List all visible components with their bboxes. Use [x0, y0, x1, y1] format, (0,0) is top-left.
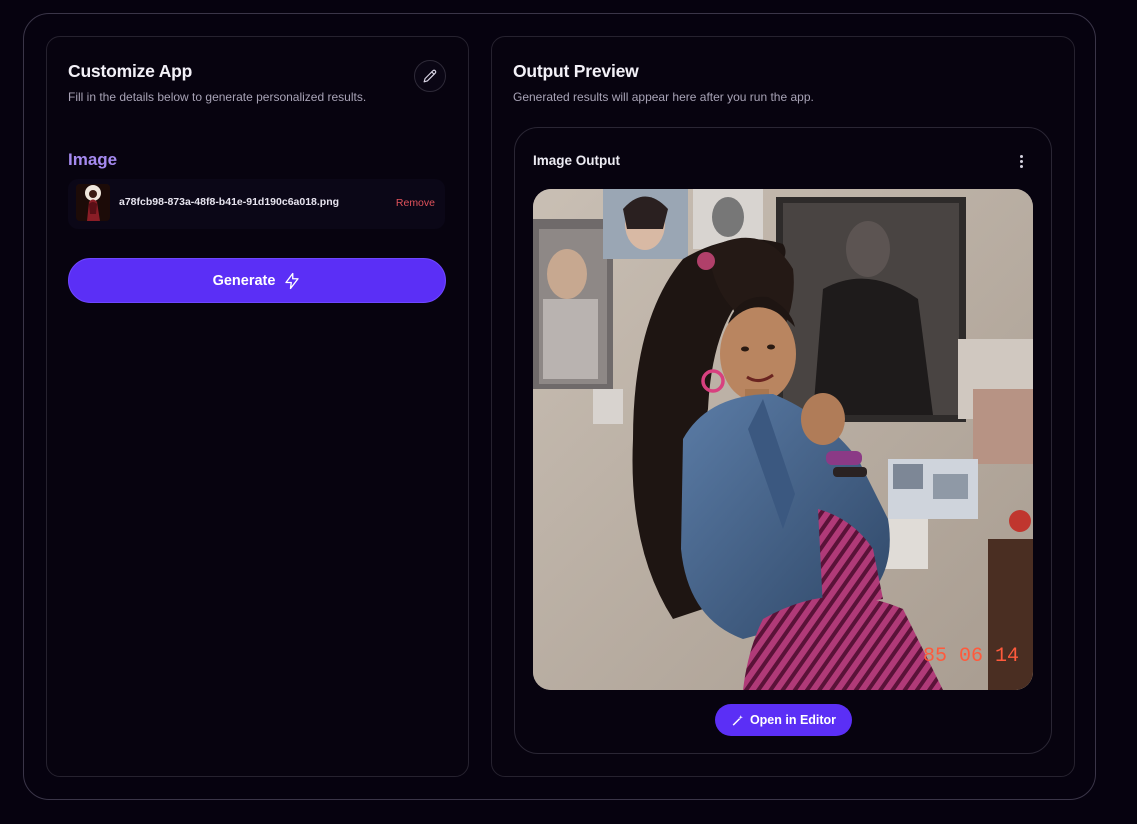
lightning-bolt-icon: [285, 272, 300, 289]
uploaded-file-row: a78fcb98-873a-48f8-b41e-91d190c6a018.png…: [68, 179, 445, 229]
file-name: a78fcb98-873a-48f8-b41e-91d190c6a018.png: [119, 196, 340, 208]
pencil-icon: [423, 69, 437, 83]
customize-title: Customize App: [68, 61, 193, 81]
image-section-label: Image: [68, 150, 118, 169]
generate-button[interactable]: Generate: [68, 258, 446, 303]
customize-panel: Customize App Fill in the details below …: [46, 36, 469, 777]
open-in-editor-button[interactable]: Open in Editor: [715, 704, 852, 736]
file-thumbnail: [76, 184, 110, 221]
output-subtitle: Generated results will appear here after…: [513, 90, 814, 104]
date-stamp: 85 06 14: [923, 645, 1019, 668]
image-output-card: Image Output 85 06 14 Open in Editor: [514, 127, 1052, 754]
image-output-title: Image Output: [533, 153, 620, 168]
app-container: Customize App Fill in the details below …: [23, 13, 1096, 800]
remove-file-button[interactable]: Remove: [396, 197, 435, 209]
open-in-editor-label: Open in Editor: [749, 713, 837, 727]
wand-icon: [732, 714, 743, 726]
output-title: Output Preview: [513, 61, 639, 81]
generate-label: Generate: [212, 272, 276, 289]
customize-subtitle: Fill in the details below to generate pe…: [68, 90, 367, 104]
vertical-ellipsis-icon[interactable]: [1013, 152, 1029, 170]
edit-button[interactable]: [414, 60, 446, 92]
output-image: 85 06 14: [533, 189, 1033, 690]
output-panel: Output Preview Generated results will ap…: [491, 36, 1075, 777]
